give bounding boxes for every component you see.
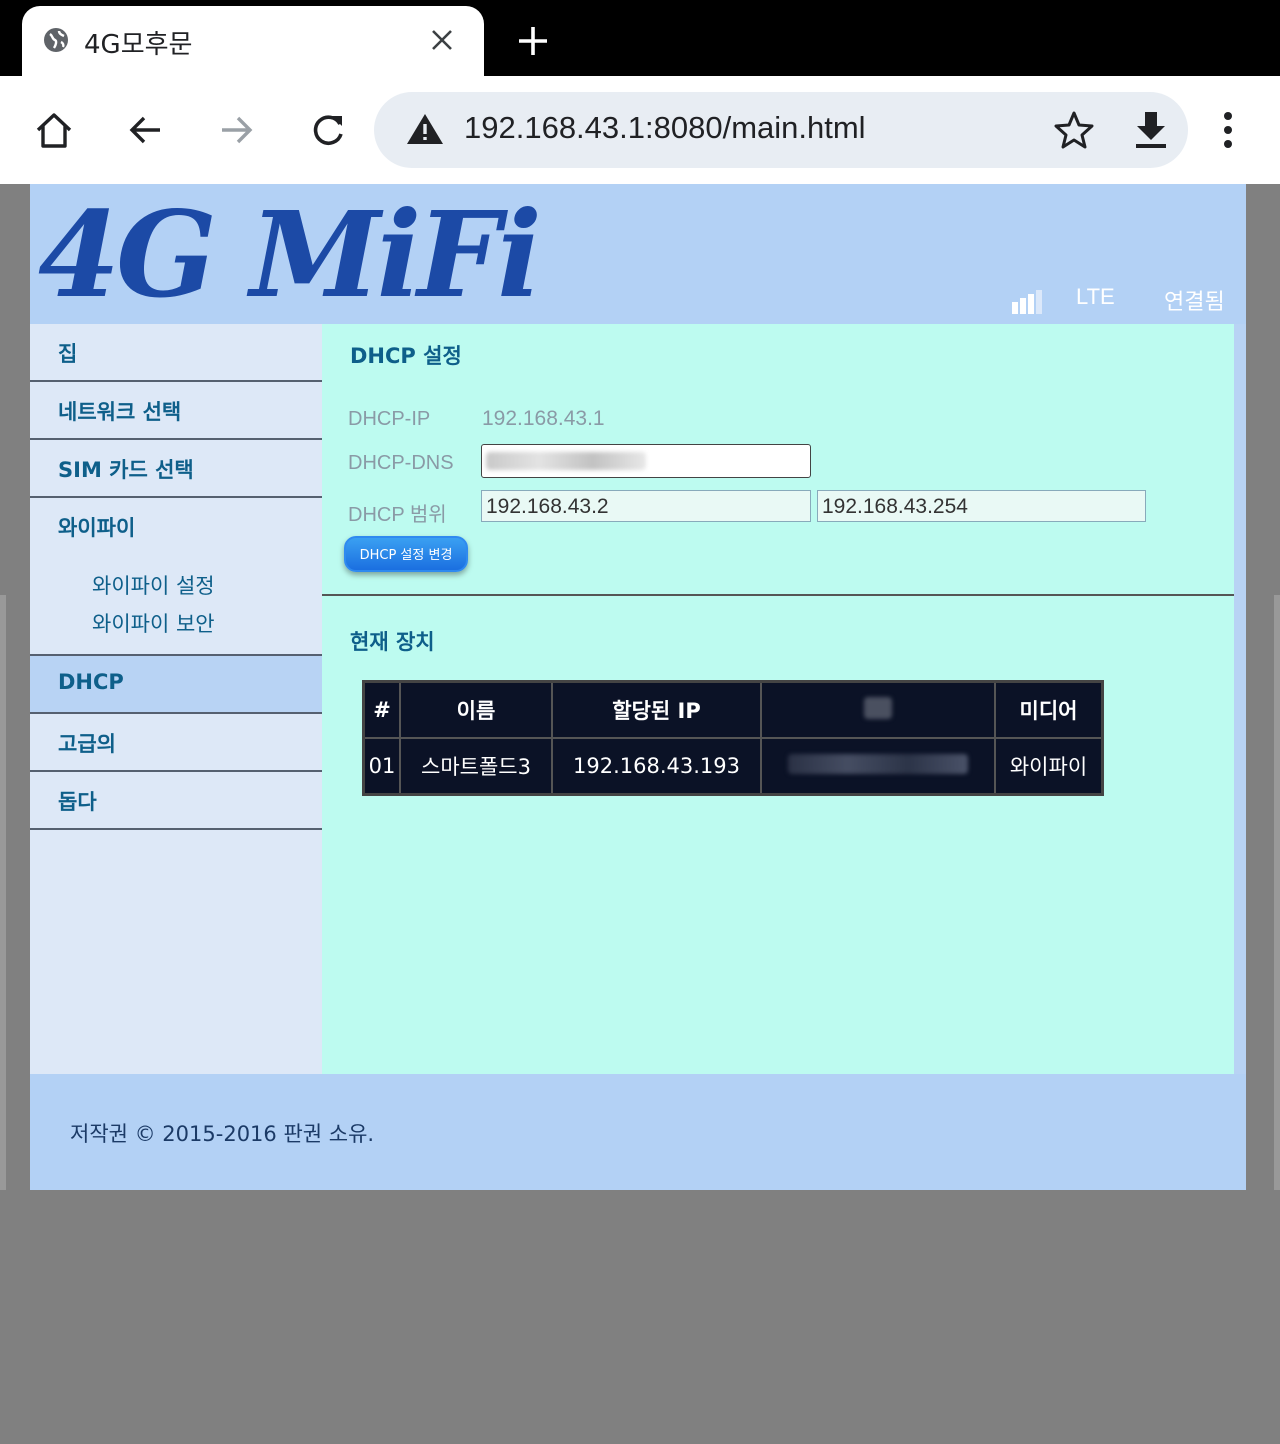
- device-table: # 이름 할당된 IP 미디어 01 스마트폴드3 192.168.43.193: [362, 680, 1104, 796]
- cell-name: 스마트폴드3: [399, 737, 553, 796]
- sidebar-item-label: 집: [58, 342, 78, 366]
- cell-ip: 192.168.43.193: [551, 737, 762, 796]
- address-bar[interactable]: 192.168.43.1:8080/main.html: [374, 92, 1188, 168]
- browser-tab[interactable]: 4G모후문: [22, 6, 484, 78]
- sidebar-item-sim[interactable]: SIM 카드 선택: [30, 440, 322, 498]
- dhcp-dns-input[interactable]: [481, 444, 811, 478]
- globe-icon: [44, 28, 68, 52]
- tab-bar: 4G모후문: [0, 0, 1280, 78]
- star-icon[interactable]: [1054, 110, 1094, 150]
- section-divider: [322, 594, 1234, 596]
- redacted-value: [788, 753, 968, 774]
- plus-icon[interactable]: [516, 24, 550, 58]
- page-footer: 저작권 © 2015-2016 판권 소유.: [30, 1074, 1246, 1190]
- reload-icon[interactable]: [306, 108, 350, 152]
- sidebar-item-label: SIM 카드 선택: [58, 458, 194, 482]
- dhcp-range-end-input[interactable]: 192.168.43.254: [817, 490, 1146, 522]
- sidebar-item-label: 네트워크 선택: [58, 400, 182, 424]
- menu-icon[interactable]: [1206, 108, 1250, 152]
- column-header-mac: [760, 680, 996, 739]
- sidebar-subitem-wifi-security[interactable]: 와이파이 보안: [92, 608, 215, 638]
- scrollbar-right[interactable]: [1274, 595, 1280, 1190]
- scrollbar-left[interactable]: [0, 595, 6, 1190]
- dhcp-range-label: DHCP 범위: [348, 504, 447, 526]
- column-header-media: 미디어: [994, 680, 1104, 739]
- download-icon[interactable]: [1132, 110, 1170, 150]
- signal-strength-icon: [1012, 290, 1042, 314]
- table-row: 01 스마트폴드3 192.168.43.193 와이파이: [362, 737, 1104, 796]
- dhcp-range-start-input[interactable]: 192.168.43.2: [481, 490, 811, 522]
- dhcp-dns-label: DHCP-DNS: [348, 452, 454, 474]
- dhcp-ip-value: 192.168.43.1: [482, 407, 605, 430]
- cell-media: 와이파이: [994, 737, 1104, 796]
- connection-status: 연결됨: [1164, 290, 1225, 315]
- dhcp-settings-title: DHCP 설정: [350, 344, 462, 368]
- cell-number: 01: [362, 737, 401, 796]
- copyright-text: 저작권 © 2015-2016 판권 소유.: [70, 1122, 375, 1146]
- current-devices-title: 현재 장치: [350, 630, 435, 654]
- sidebar-subitem-wifi-settings[interactable]: 와이파이 설정: [92, 570, 215, 600]
- column-header-name: 이름: [399, 680, 553, 739]
- sidebar-item-dhcp[interactable]: DHCP: [30, 656, 322, 714]
- sidebar-item-label: 돕다: [58, 790, 97, 814]
- sidebar-item-label: 고급의: [58, 732, 116, 756]
- sidebar-item-label: 와이파이: [58, 516, 136, 540]
- page-header: 4G MiFi LTE 연결됨: [30, 184, 1246, 324]
- main-content: DHCP 설정 DHCP-IP 192.168.43.1 DHCP-DNS DH…: [322, 324, 1234, 1074]
- home-icon[interactable]: [32, 108, 76, 152]
- sidebar-item-wifi[interactable]: 와이파이 와이파이 설정 와이파이 보안: [30, 498, 322, 656]
- sidebar-item-label: DHCP: [58, 670, 124, 694]
- logo: 4G MiFi: [38, 185, 542, 324]
- browser-toolbar: 192.168.43.1:8080/main.html: [0, 76, 1280, 184]
- sidebar-item-help[interactable]: 돕다: [30, 772, 322, 830]
- sidebar: 집 네트워크 선택 SIM 카드 선택 와이파이 와이파이 설정 와이파이 보안…: [30, 324, 322, 1074]
- network-type: LTE: [1076, 284, 1115, 309]
- redacted-value: [486, 452, 646, 470]
- sidebar-item-advanced[interactable]: 고급의: [30, 714, 322, 772]
- table-header-row: # 이름 할당된 IP 미디어: [362, 680, 1104, 739]
- close-icon[interactable]: [428, 26, 456, 54]
- router-page: 4G MiFi LTE 연결됨 집 네트워크 선택 SIM 카드 선택 와이파이…: [30, 184, 1246, 1190]
- sidebar-item-home[interactable]: 집: [30, 324, 322, 382]
- sidebar-item-network[interactable]: 네트워크 선택: [30, 382, 322, 440]
- back-icon[interactable]: [124, 108, 168, 152]
- warning-icon[interactable]: [406, 112, 444, 146]
- dhcp-ip-label: DHCP-IP: [348, 408, 431, 430]
- dhcp-apply-button[interactable]: DHCP 설정 변경: [344, 536, 468, 572]
- cell-mac: [760, 737, 996, 796]
- url-text[interactable]: 192.168.43.1:8080/main.html: [464, 110, 866, 146]
- tab-title: 4G모후문: [84, 30, 193, 60]
- column-header-number: #: [362, 680, 401, 739]
- forward-icon[interactable]: [214, 108, 258, 152]
- column-header-ip: 할당된 IP: [551, 680, 762, 739]
- redacted-header: [864, 696, 892, 719]
